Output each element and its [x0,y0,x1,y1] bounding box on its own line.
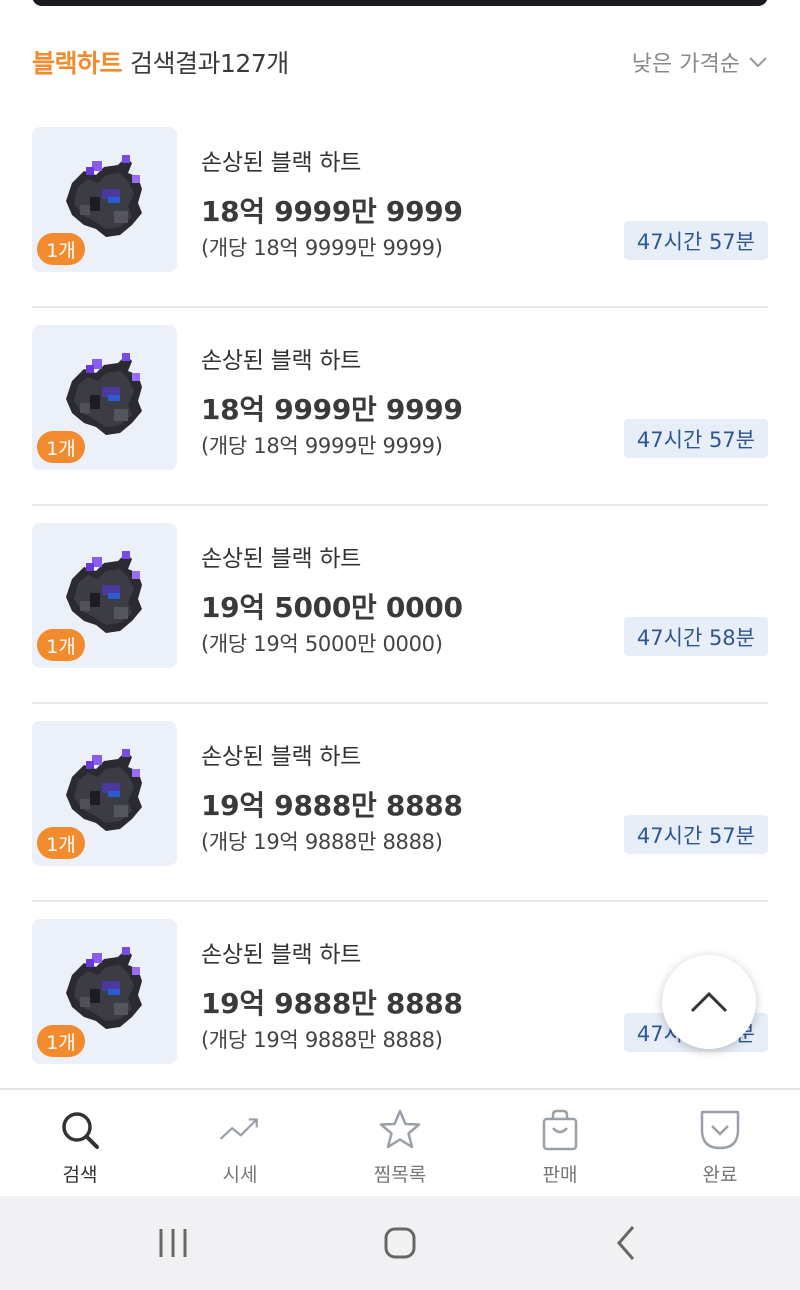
home-button[interactable] [345,1213,455,1273]
item-price: 19억 9888만 8888 [201,987,463,1020]
top-dark-bar [32,0,768,6]
list-item[interactable]: 1개 손상된 블랙 하트 19억 5000만 0000 (개당 19억 5000… [32,506,768,704]
result-title: 블랙하트 검색결과127개 [32,44,289,80]
star-icon [379,1109,421,1149]
nav-label-wishlist: 찜목록 [373,1164,427,1186]
result-header: 블랙하트 검색결과127개 낮은 가격순 [32,40,768,84]
item-price: 18억 9999만 9999 [201,393,463,426]
quantity-badge: 1개 [37,233,85,265]
item-unit-price: (개당 18억 9999만 9999) [201,236,443,260]
black-heart-icon [66,155,142,237]
nav-label-search: 검색 [62,1164,98,1186]
nav-label-complete: 완료 [702,1164,738,1186]
quantity-badge: 1개 [37,431,85,463]
item-name: 손상된 블랙 하트 [201,348,362,374]
back-button[interactable] [572,1213,682,1273]
list-item[interactable]: 1개 손상된 블랙 하트 19억 9888만 8888 (개당 19억 9888… [32,704,768,902]
item-name: 손상된 블랙 하트 [201,744,362,770]
nav-item-sell[interactable]: 판매 [480,1090,640,1196]
time-left-badge: 47시간 57분 [623,815,768,854]
item-name: 손상된 블랙 하트 [201,942,362,968]
item-unit-price: (개당 19억 9888만 8888) [201,1028,443,1052]
black-heart-icon [66,551,142,633]
nav-item-search[interactable]: 검색 [0,1090,160,1196]
item-price: 18억 9999만 9999 [201,195,463,228]
item-price: 19억 9888만 8888 [201,789,463,822]
item-thumbnail: 1개 [32,523,177,668]
nav-item-wishlist[interactable]: 찜목록 [320,1090,480,1196]
recent-apps-button[interactable] [118,1213,228,1273]
quantity-badge: 1개 [37,629,85,661]
black-heart-icon [66,749,142,831]
list-item[interactable]: 1개 손상된 블랙 하트 19억 9888만 8888 (개당 19억 9888… [32,902,768,1100]
item-thumbnail: 1개 [32,325,177,470]
trend-chart-icon [219,1118,258,1140]
chevron-down-icon [749,57,767,68]
shopping-bag-icon [542,1109,578,1151]
result-count: 127개 [220,49,289,78]
item-thumbnail: 1개 [32,919,177,1064]
list-item[interactable]: 1개 손상된 블랙 하트 18억 9999만 9999 (개당 18억 9999… [32,308,768,506]
home-icon [384,1227,416,1259]
nav-label-market-price: 시세 [222,1164,258,1186]
item-thumbnail: 1개 [32,721,177,866]
chevron-up-icon [690,991,728,1013]
list-item[interactable]: 1개 손상된 블랙 하트 18억 9999만 9999 (개당 18억 9999… [32,110,768,308]
nav-label-sell: 판매 [542,1164,578,1186]
search-icon [62,1112,99,1149]
sort-label: 낮은 가격순 [631,52,740,77]
item-name: 손상된 블랙 하트 [201,150,362,176]
scroll-to-top-button[interactable] [662,955,756,1049]
result-label: 검색결과 [130,49,221,78]
back-icon [616,1226,634,1260]
nav-item-complete[interactable]: 완료 [640,1090,800,1196]
item-name: 손상된 블랙 하트 [201,546,362,572]
item-unit-price: (개당 19억 9888만 8888) [201,830,443,854]
quantity-badge: 1개 [37,827,85,859]
android-navigation-bar [0,1196,800,1290]
item-price: 19억 5000만 0000 [201,591,463,624]
item-list: 1개 손상된 블랙 하트 18억 9999만 9999 (개당 18억 9999… [32,110,768,1100]
time-left-badge: 47시간 57분 [623,419,768,458]
quantity-badge: 1개 [37,1025,85,1057]
time-left-badge: 47시간 58분 [623,617,768,656]
check-pocket-icon [700,1110,740,1150]
black-heart-icon [66,353,142,435]
time-left-badge: 47시간 57분 [623,221,768,260]
search-keyword: 블랙하트 [32,49,123,78]
sort-dropdown[interactable]: 낮은 가격순 [632,46,768,78]
recent-apps-icon [159,1229,187,1257]
bottom-nav: 검색 시세 찜목록 판매 완료 [0,1088,800,1196]
nav-item-market-price[interactable]: 시세 [160,1090,320,1196]
black-heart-icon [66,947,142,1029]
item-thumbnail: 1개 [32,127,177,272]
item-unit-price: (개당 18억 9999만 9999) [201,434,443,458]
item-unit-price: (개당 19억 5000만 0000) [201,632,443,656]
